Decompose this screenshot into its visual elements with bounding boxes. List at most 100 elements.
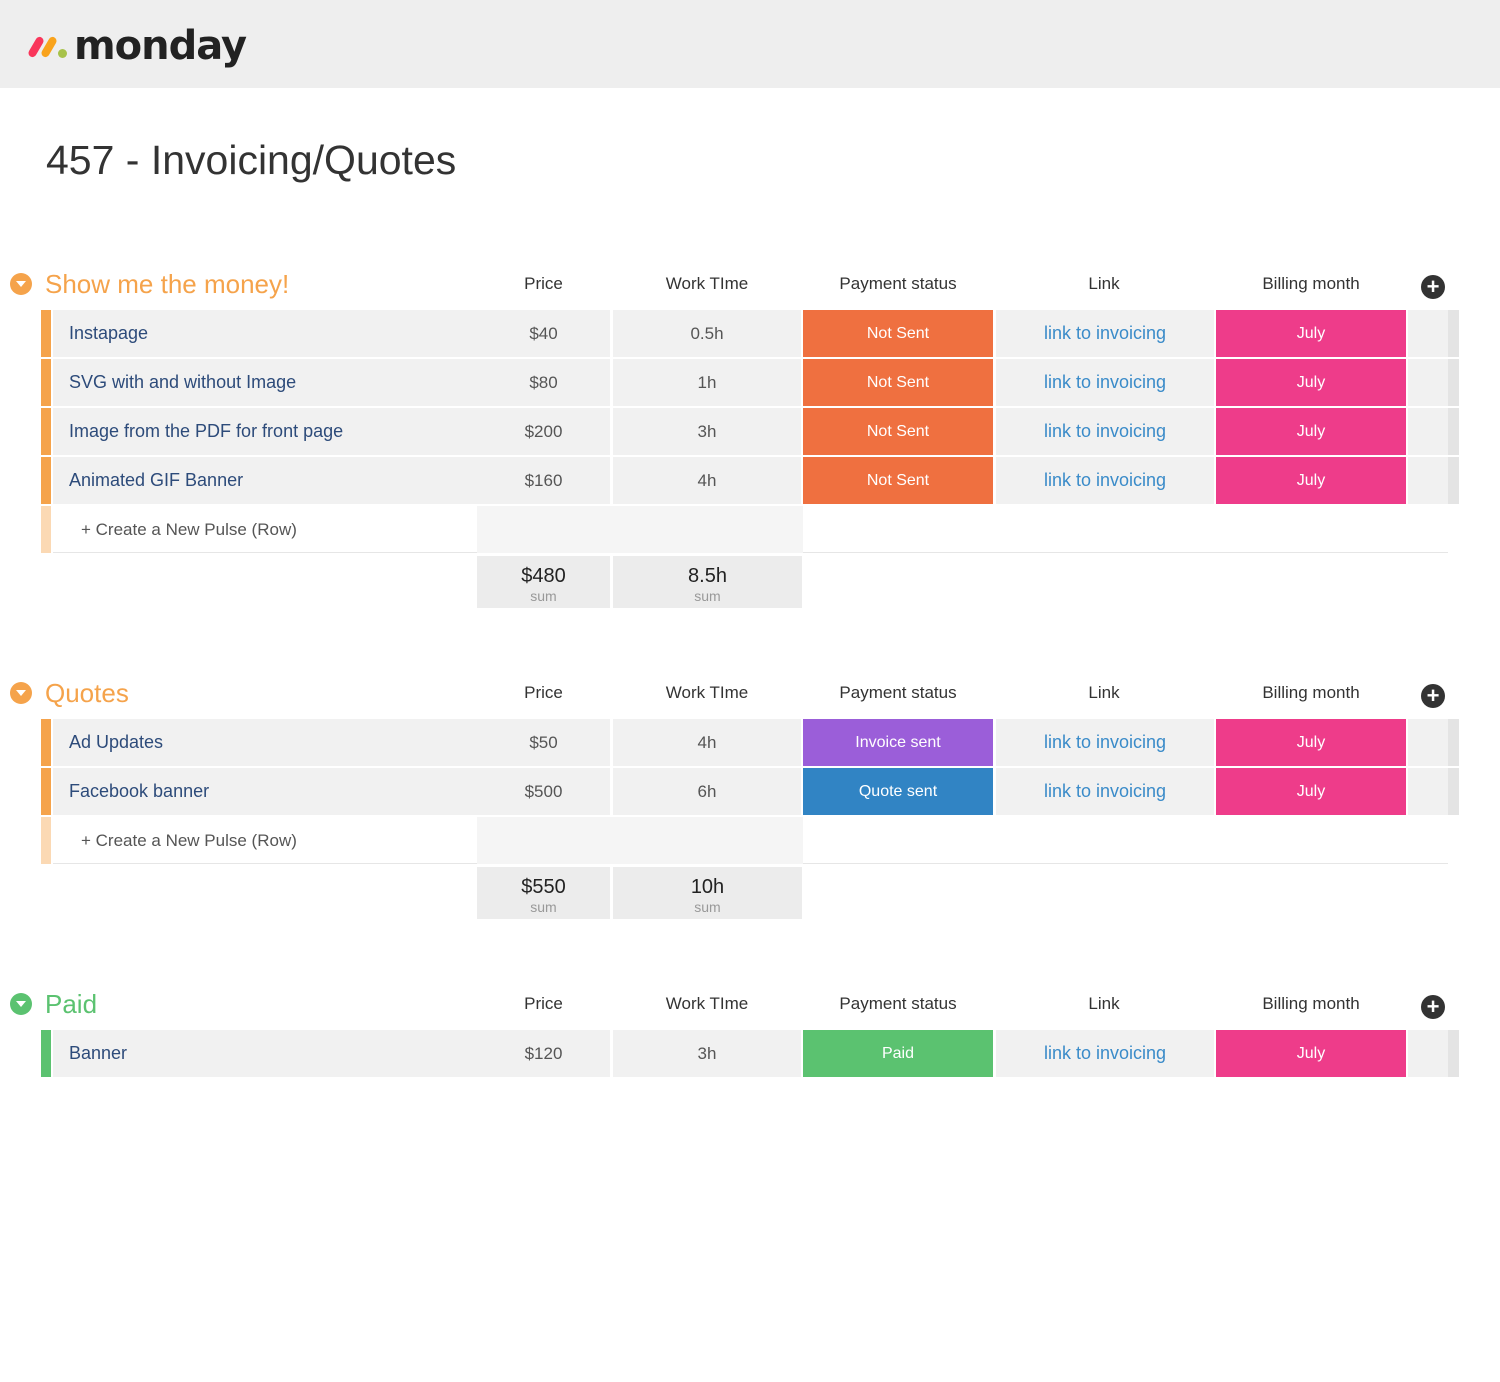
sum-label: sum [530, 588, 557, 604]
logo-text: monday [74, 23, 247, 69]
add-column-icon[interactable]: + [1421, 275, 1445, 299]
create-new-pulse-input[interactable]: + Create a New Pulse (Row) [53, 817, 514, 864]
collapse-group-icon[interactable] [10, 993, 32, 1015]
table-row[interactable]: SVG with and without Image $80 1h Not Sent l… [41, 359, 1459, 406]
row-color-bar [41, 506, 51, 553]
row-color-bar [41, 768, 51, 815]
column-header-price[interactable]: Price [476, 994, 611, 1014]
column-header-payment-status[interactable]: Payment status [803, 274, 993, 294]
column-header-billing-month[interactable]: Billing month [1216, 274, 1406, 294]
pulse-name[interactable]: Animated GIF Banner [53, 457, 514, 504]
link-to-invoicing[interactable]: link to invoicing [996, 719, 1214, 766]
column-header-billing-month[interactable]: Billing month [1216, 994, 1406, 1014]
column-header-payment-status[interactable]: Payment status [803, 994, 993, 1014]
billing-month-cell[interactable]: July [1216, 457, 1406, 504]
row-spacer [1408, 408, 1448, 455]
table-row[interactable]: Animated GIF Banner $160 4h Not Sent link to… [41, 457, 1459, 504]
column-header-link[interactable]: Link [995, 683, 1213, 703]
row-color-bar [41, 719, 51, 766]
create-new-pulse-row[interactable]: + Create a New Pulse (Row) [41, 817, 1459, 864]
monday-logo-icon [27, 32, 70, 60]
payment-status-cell[interactable]: Quote sent [803, 768, 993, 815]
column-header-payment-status[interactable]: Payment status [803, 683, 993, 703]
row-scroll-edge [1448, 359, 1459, 406]
price-sum-value: $550 [521, 876, 566, 898]
create-new-pulse-input[interactable]: + Create a New Pulse (Row) [53, 506, 514, 553]
billing-month-cell[interactable]: July [1216, 408, 1406, 455]
link-to-invoicing[interactable]: link to invoicing [996, 457, 1214, 504]
column-header-link[interactable]: Link [995, 994, 1213, 1014]
group-title[interactable]: Paid [45, 988, 97, 1020]
work-time-cell[interactable]: 4h [613, 719, 801, 766]
group-header: Paid Price Work TIme Payment status Link Bill… [0, 982, 1500, 1026]
payment-status-cell[interactable]: Invoice sent [803, 719, 993, 766]
work-time-cell[interactable]: 3h [613, 408, 801, 455]
group-title[interactable]: Quotes [45, 677, 129, 709]
collapse-group-icon[interactable] [10, 682, 32, 704]
add-column-icon[interactable]: + [1421, 995, 1445, 1019]
price-cell[interactable]: $500 [477, 768, 610, 815]
payment-status-cell[interactable]: Not Sent [803, 359, 993, 406]
payment-status-cell[interactable]: Paid [803, 1030, 993, 1077]
payment-status-cell[interactable]: Not Sent [803, 457, 993, 504]
payment-status-cell[interactable]: Not Sent [803, 408, 993, 455]
billing-month-cell[interactable]: July [1216, 1030, 1406, 1077]
billing-month-cell[interactable]: July [1216, 719, 1406, 766]
new-row-empty-cells [477, 817, 803, 864]
pulse-name[interactable]: SVG with and without Image [53, 359, 514, 406]
price-cell[interactable]: $160 [477, 457, 610, 504]
column-header-billing-month[interactable]: Billing month [1216, 683, 1406, 703]
work-time-cell[interactable]: 0.5h [613, 310, 801, 357]
row-color-bar [41, 310, 51, 357]
link-to-invoicing[interactable]: link to invoicing [996, 768, 1214, 815]
new-row-empty-cells [477, 506, 803, 553]
price-cell[interactable]: $200 [477, 408, 610, 455]
row-spacer [1408, 359, 1448, 406]
row-scroll-edge [1448, 719, 1459, 766]
billing-month-cell[interactable]: July [1216, 768, 1406, 815]
new-row-empty-cells [803, 817, 1448, 864]
column-header-price[interactable]: Price [476, 683, 611, 703]
link-to-invoicing[interactable]: link to invoicing [996, 1030, 1214, 1077]
column-header-link[interactable]: Link [995, 274, 1213, 294]
column-header-work-time[interactable]: Work TIme [612, 274, 802, 294]
work-time-cell[interactable]: 6h [613, 768, 801, 815]
row-scroll-edge [1448, 310, 1459, 357]
table-row[interactable]: Facebook banner $500 6h Quote sent link to i… [41, 768, 1459, 815]
billing-month-cell[interactable]: July [1216, 310, 1406, 357]
payment-status-cell[interactable]: Not Sent [803, 310, 993, 357]
monday-logo[interactable]: monday [27, 22, 247, 70]
column-header-work-time[interactable]: Work TIme [612, 683, 802, 703]
add-column-icon[interactable]: + [1421, 684, 1445, 708]
sum-label: sum [694, 588, 721, 604]
table-row[interactable]: Ad Updates $50 4h Invoice sent link to invoi… [41, 719, 1459, 766]
price-cell[interactable]: $40 [477, 310, 610, 357]
collapse-group-icon[interactable] [10, 273, 32, 295]
billing-month-cell[interactable]: July [1216, 359, 1406, 406]
row-color-bar [41, 408, 51, 455]
pulse-name[interactable]: Instapage [53, 310, 514, 357]
work-time-cell[interactable]: 3h [613, 1030, 801, 1077]
price-cell[interactable]: $80 [477, 359, 610, 406]
link-to-invoicing[interactable]: link to invoicing [996, 359, 1214, 406]
pulse-name[interactable]: Facebook banner [53, 768, 514, 815]
pulse-name[interactable]: Banner [53, 1030, 514, 1077]
board-title[interactable]: 457 - Invoicing/Quotes [46, 132, 456, 188]
link-to-invoicing[interactable]: link to invoicing [996, 408, 1214, 455]
pulse-name[interactable]: Image from the PDF for front page [53, 408, 514, 455]
work-time-cell[interactable]: 4h [613, 457, 801, 504]
link-to-invoicing[interactable]: link to invoicing [996, 310, 1214, 357]
work-time-cell[interactable]: 1h [613, 359, 801, 406]
create-new-pulse-row[interactable]: + Create a New Pulse (Row) [41, 506, 1459, 553]
group-title[interactable]: Show me the money! [45, 268, 289, 300]
column-header-work-time[interactable]: Work TIme [612, 994, 802, 1014]
table-row[interactable]: Image from the PDF for front page $200 3h N… [41, 408, 1459, 455]
row-scroll-edge [1448, 1030, 1459, 1077]
price-cell[interactable]: $50 [477, 719, 610, 766]
pulse-name[interactable]: Ad Updates [53, 719, 514, 766]
table-row[interactable]: Banner $120 3h Paid link to invoicing July [41, 1030, 1459, 1077]
price-cell[interactable]: $120 [477, 1030, 610, 1077]
table-row[interactable]: Instapage $40 0.5h Not Sent link to invoicin… [41, 310, 1459, 357]
column-header-price[interactable]: Price [476, 274, 611, 294]
row-spacer [1408, 457, 1448, 504]
